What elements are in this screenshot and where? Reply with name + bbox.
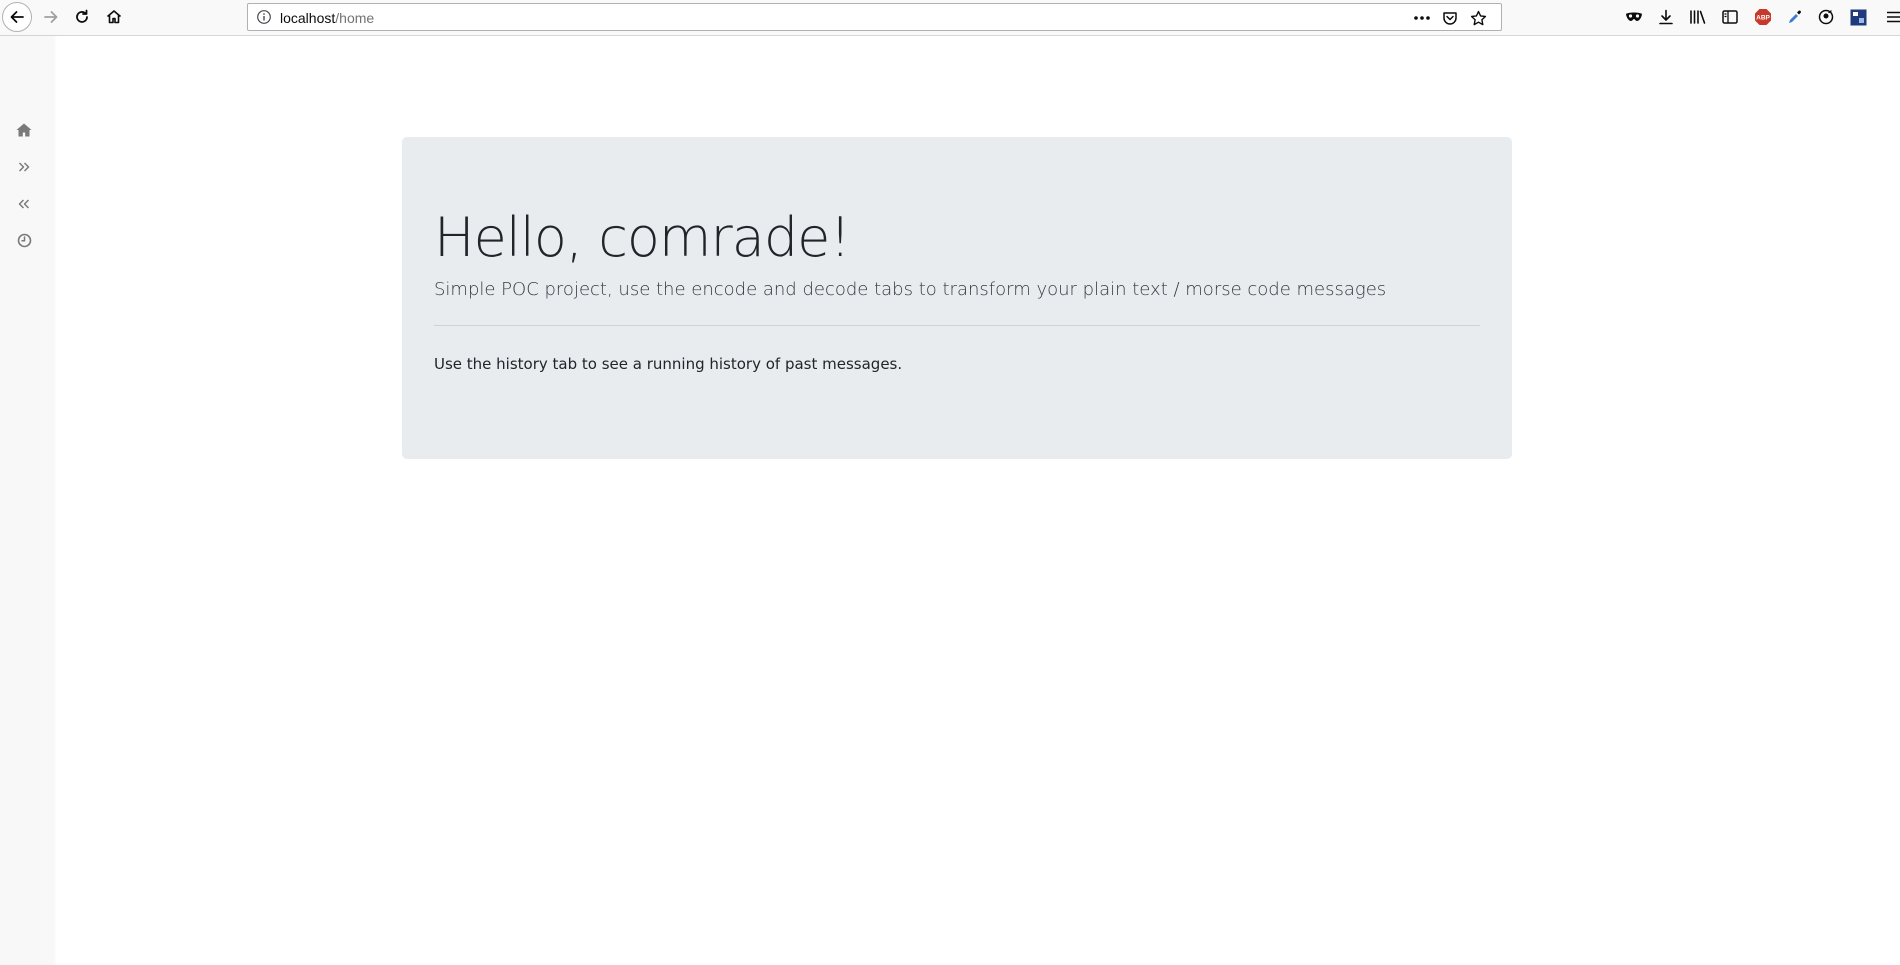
sidebar-item-decode[interactable] — [12, 192, 36, 216]
private-mask-icon — [1626, 12, 1642, 21]
reload-button[interactable] — [67, 2, 97, 32]
sidebar-toggle-button[interactable] — [1720, 7, 1740, 27]
abp-badge-text: ABP — [1756, 15, 1770, 22]
library-button[interactable] — [1688, 7, 1708, 27]
double-chevron-left-icon — [18, 199, 30, 209]
bookmark-star-icon — [1470, 10, 1486, 25]
library-icon — [1690, 10, 1706, 24]
home-icon — [106, 10, 122, 24]
url-host: localhost — [280, 10, 336, 26]
sidebar-item-encode[interactable] — [12, 155, 36, 179]
bookmark-button[interactable] — [1468, 8, 1488, 28]
sidebar-icon — [1722, 10, 1738, 24]
sidebar-item-history[interactable] — [12, 228, 36, 252]
browser-toolbar: localhost/home ABP — [0, 0, 1900, 36]
pocket-icon — [1443, 12, 1457, 25]
back-icon — [10, 11, 24, 23]
extension-icon — [1850, 9, 1866, 25]
lead-text: Simple POC project, use the encode and d… — [434, 279, 1387, 300]
url-path: /home — [335, 10, 375, 26]
double-chevron-right-icon — [18, 162, 30, 172]
extension-button[interactable] — [1848, 7, 1868, 27]
page-title: Hello, comrade! — [434, 206, 851, 269]
private-mask-button[interactable] — [1624, 7, 1644, 27]
account-button[interactable] — [1816, 7, 1836, 27]
adblock-plus-button[interactable]: ABP — [1753, 7, 1773, 27]
side-navigation — [0, 36, 53, 965]
adblock-plus-icon: ABP — [1755, 9, 1771, 25]
downloads-button[interactable] — [1656, 7, 1676, 27]
page-info-icon[interactable] — [256, 9, 272, 25]
home-icon — [16, 123, 32, 137]
home-button[interactable] — [99, 2, 129, 32]
divider — [434, 325, 1480, 326]
welcome-jumbotron: Hello, comrade! Simple POC project, use … — [402, 137, 1512, 459]
account-icon — [1818, 9, 1834, 25]
forward-button[interactable] — [36, 2, 66, 32]
url-text[interactable]: localhost/home — [280, 10, 374, 26]
pocket-button[interactable] — [1440, 8, 1460, 28]
page-actions-button[interactable] — [1412, 8, 1432, 28]
menu-icon — [1887, 11, 1900, 23]
url-bar[interactable]: localhost/home — [247, 3, 1502, 31]
reload-icon — [76, 9, 88, 23]
back-button[interactable] — [2, 2, 32, 32]
forward-icon — [44, 11, 58, 23]
clock-icon — [17, 233, 31, 247]
download-icon — [1659, 9, 1673, 25]
page-actions-icon — [1414, 16, 1430, 20]
menu-button[interactable] — [1886, 7, 1900, 27]
history-hint-text: Use the history tab to see a running his… — [434, 355, 903, 373]
sidebar-item-home[interactable] — [12, 118, 36, 142]
eyedropper-icon — [1789, 10, 1801, 23]
eyedropper-button[interactable] — [1785, 7, 1805, 27]
